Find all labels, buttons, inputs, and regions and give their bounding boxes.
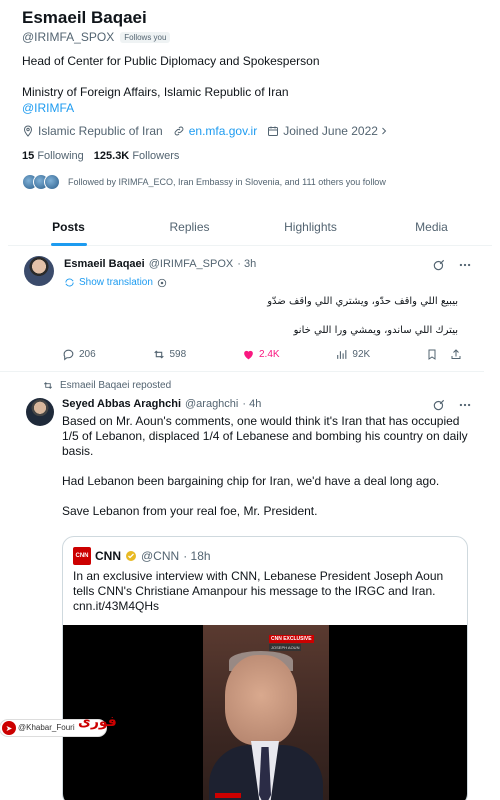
tweet-author-name[interactable]: Esmaeil Baqaei (64, 258, 145, 270)
profile-tabs: Posts Replies Highlights Media (8, 210, 492, 246)
reply-button[interactable]: 206 (62, 348, 96, 361)
info-icon (157, 278, 167, 287)
tweet-author-handle[interactable]: @IRIMFA_SPOX (149, 258, 234, 270)
share-icon[interactable] (450, 348, 462, 361)
avatar[interactable] (26, 398, 54, 426)
quote-header: CNN CNN @CNN · 18h (73, 547, 211, 565)
quote-time[interactable]: · 18h (183, 549, 210, 563)
views-icon (337, 350, 347, 359)
watermark-handle: @Khabar_Fouri (18, 723, 75, 732)
tab-replies[interactable]: Replies (129, 210, 250, 245)
like-count: 2.4K (259, 349, 280, 360)
followed-by-text: Followed by IRIMFA_ECO, Iran Embassy in … (68, 177, 386, 187)
show-translation-label: Show translation (79, 277, 153, 288)
tweet-paragraph: Save Lebanon from your real foe, Mr. Pre… (62, 504, 318, 518)
telegram-icon: ➤ (2, 721, 16, 735)
verified-gold-icon (126, 551, 136, 561)
joined-item[interactable]: Joined June 2022 (267, 124, 394, 138)
quote-author-name[interactable]: CNN (95, 549, 121, 563)
calendar-icon (268, 126, 279, 136)
tweet-paragraph: Based on Mr. Aoun's comments, one would … (62, 414, 468, 458)
repost-count: 598 (169, 349, 187, 360)
tweet-author-name[interactable]: Seyed Abbas Araghchi (62, 398, 181, 410)
tab-media[interactable]: Media (371, 210, 492, 245)
repost-label: Esmaeil Baqaei reposted (42, 380, 171, 391)
profile-handle: @IRIMFA_SPOX (22, 30, 115, 44)
show-translation[interactable]: Show translation (64, 277, 167, 288)
location-item: Islamic Republic of Iran (22, 124, 163, 138)
video-lower-third-bar (215, 793, 241, 798)
heart-icon (244, 350, 253, 360)
profile-stats: 15 Following 125.3K Followers (22, 150, 179, 162)
grok-icon[interactable] (432, 398, 446, 412)
profile-handle-row: @IRIMFA_SPOX Follows you (22, 30, 171, 44)
profile-meta: Islamic Republic of Iran en.mfa.gov.ir J… (22, 124, 404, 138)
video-frame[interactable]: CNN EXCLUSIVE JOSEPH AOUN (203, 625, 329, 800)
tweet-actions: 206 598 2.4K 92K (62, 348, 462, 361)
followed-by-row[interactable]: Followed by IRIMFA_ECO, Iran Embassy in … (22, 174, 386, 190)
tweet-tools (432, 258, 472, 272)
quote-text: In an exclusive interview with CNN, Leba… (73, 569, 444, 613)
watermark-logo: فوری (78, 714, 117, 730)
cnn-logo-avatar[interactable]: CNN (73, 547, 91, 565)
like-button[interactable]: 2.4K (242, 348, 280, 361)
tweet-text-line1: بيبيع اللي واقف حدّو، ويشتري اللي واقف ض… (267, 296, 458, 307)
video-name-caption: JOSEPH AOUN (269, 644, 302, 651)
repost-button[interactable]: 598 (152, 348, 187, 361)
tab-posts[interactable]: Posts (8, 210, 129, 245)
tweet-header: Esmaeil Baqaei @IRIMFA_SPOX · 3h (64, 258, 256, 270)
bookmark-share-group (426, 348, 462, 361)
tweet-tools (432, 398, 472, 412)
more-icon[interactable] (458, 398, 472, 412)
followers-count: 125.3K (93, 150, 130, 162)
tweet-body: Based on Mr. Aoun's comments, one would … (62, 414, 474, 534)
avatar[interactable] (24, 256, 54, 286)
video-exclusive-badge: CNN EXCLUSIVE (269, 635, 314, 643)
tweet-time[interactable]: · 4h (242, 398, 261, 410)
repost-icon (44, 382, 52, 389)
grok-icon[interactable] (432, 258, 446, 272)
profile-bio-line2: Ministry of Foreign Affairs, Islamic Rep… (22, 85, 289, 99)
channel-watermark: ➤ @Khabar_Fouri فوری (0, 712, 117, 740)
bookmark-icon[interactable] (426, 348, 438, 361)
location-icon (23, 125, 33, 137)
link-icon (174, 126, 184, 136)
tweet-text-line2: بيترك اللي ساندو، ويمشي ورا اللي خانو (293, 325, 458, 336)
location-text: Islamic Republic of Iran (38, 124, 163, 138)
quote-video[interactable]: CNN EXCLUSIVE JOSEPH AOUN (63, 625, 467, 800)
profile-name: Esmaeil Baqaei (22, 8, 147, 27)
quote-author-handle[interactable]: @CNN (141, 549, 179, 563)
views-button[interactable]: 92K (335, 348, 370, 361)
followed-by-avatars (22, 174, 60, 190)
tweet-author-handle[interactable]: @araghchi (185, 398, 238, 410)
quoted-tweet[interactable]: CNN CNN @CNN · 18h In an exclusive inter… (62, 536, 468, 800)
tweet[interactable]: Esmaeil Baqaei @IRIMFA_SPOX · 3h Show tr… (0, 246, 484, 372)
tweet-time[interactable]: · 3h (237, 258, 256, 270)
reply-count: 206 (79, 349, 96, 360)
follows-you-badge: Follows you (120, 31, 171, 43)
chevron-right-icon (382, 127, 387, 135)
website-item[interactable]: en.mfa.gov.ir (173, 124, 257, 138)
repost-label-text[interactable]: Esmaeil Baqaei reposted (60, 380, 171, 391)
translate-icon (65, 278, 74, 287)
tab-highlights[interactable]: Highlights (250, 210, 371, 245)
website-link[interactable]: en.mfa.gov.ir (189, 124, 257, 138)
tweet-paragraph: Had Lebanon been bargaining chip for Ira… (62, 474, 440, 488)
following-label: Following (37, 150, 84, 162)
tweet-header: Seyed Abbas Araghchi @araghchi · 4h (62, 398, 261, 410)
following-link[interactable]: 15 Following (22, 150, 84, 162)
profile-bio-mention[interactable]: @IRIMFA (22, 101, 74, 115)
reply-icon (63, 349, 74, 361)
following-count: 15 (22, 150, 35, 162)
more-icon[interactable] (458, 258, 472, 272)
video-person-face (225, 655, 297, 745)
profile-bio-line1: Head of Center for Public Diplomacy and … (22, 54, 320, 68)
followers-link[interactable]: 125.3K Followers (94, 150, 180, 162)
followers-label: Followers (132, 150, 180, 162)
repost-icon (153, 350, 164, 359)
views-count: 92K (352, 349, 371, 360)
avatar (44, 174, 60, 190)
joined-text: Joined June 2022 (283, 124, 378, 138)
